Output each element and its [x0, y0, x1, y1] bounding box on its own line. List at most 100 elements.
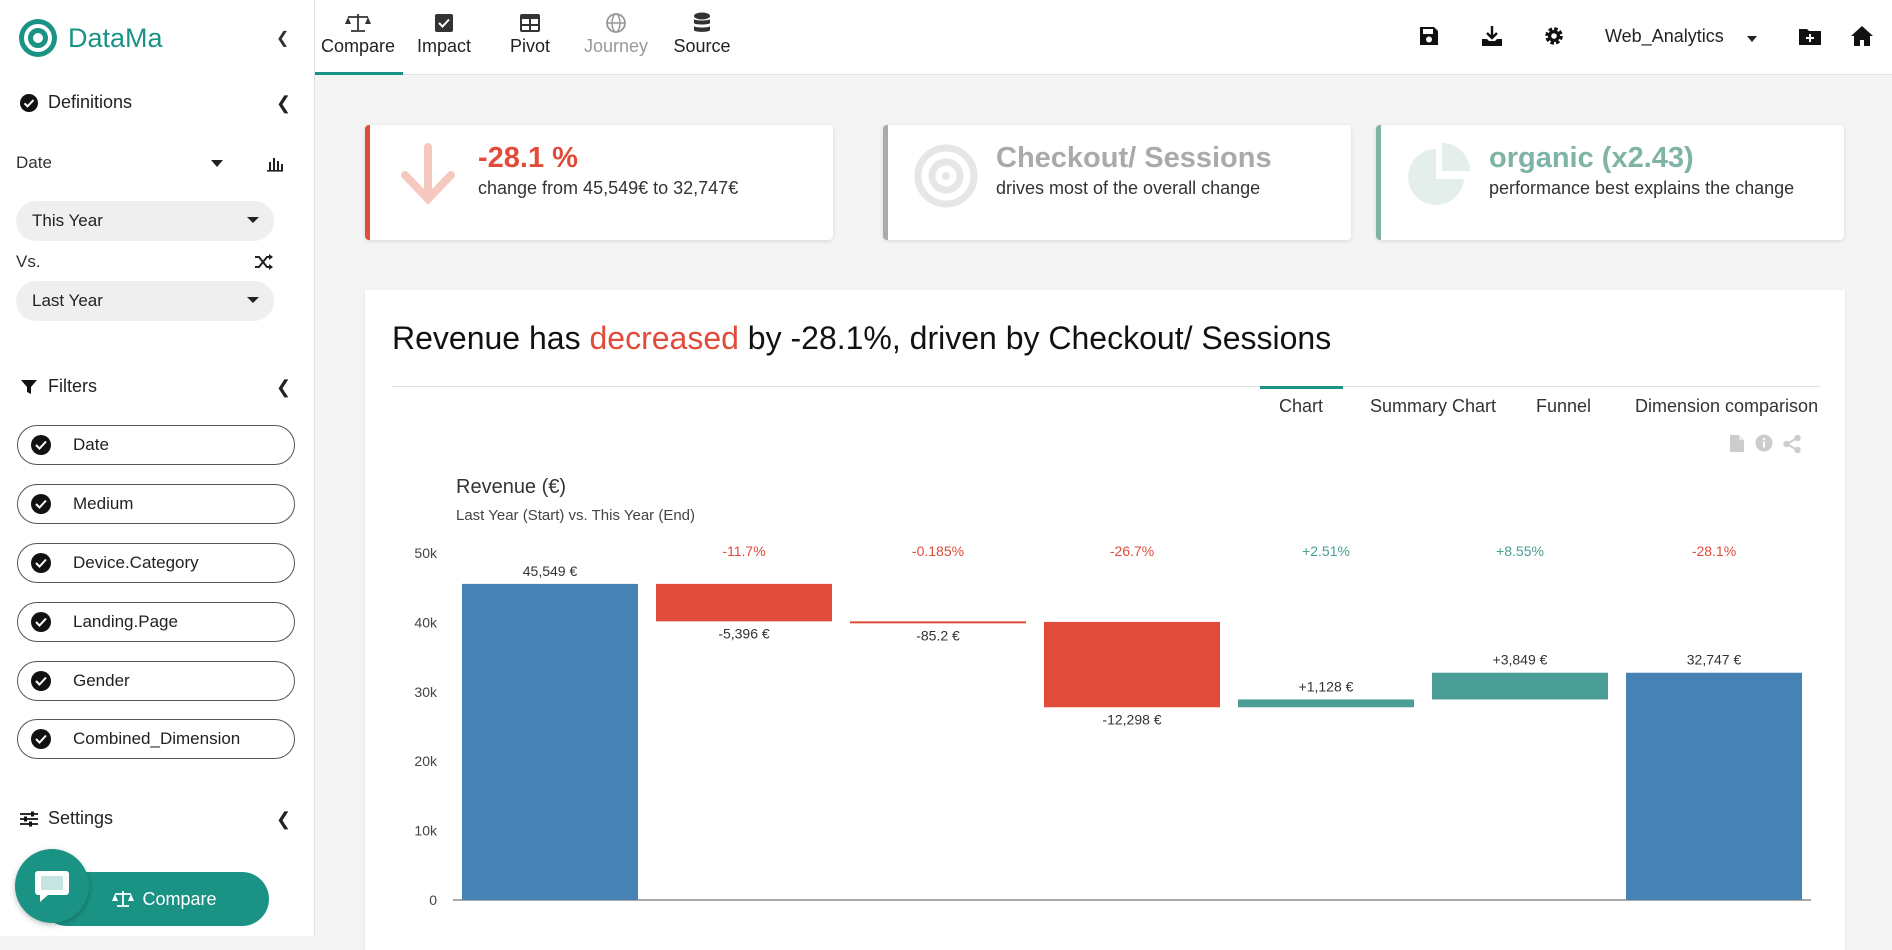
waterfall-chart: 0 10k 20k 30k 40k 50k 45,549 € -5,396 € -11.7% -8…: [414, 543, 1811, 908]
pct-change-label: +8.55%: [1496, 543, 1544, 559]
nav-journey[interactable]: Journey: [573, 10, 659, 57]
dataset-selector[interactable]: Web_Analytics: [1605, 26, 1724, 47]
check-circle-icon: [31, 612, 51, 632]
check-circle-icon: [31, 553, 51, 573]
sliders-icon: [20, 810, 38, 828]
logo[interactable]: DataMa: [18, 18, 163, 58]
filter-pill[interactable]: Date: [17, 425, 295, 465]
data-label: -12,298 €: [1102, 711, 1161, 727]
nav-pivot[interactable]: Pivot: [487, 10, 573, 57]
database-icon: [659, 10, 745, 36]
sidebar: DataMa ❮ Definitions ❮ Date This Year Vs…: [0, 0, 315, 936]
y-tick-label: 30k: [414, 684, 438, 700]
pct-change-label: -28.1%: [1692, 543, 1736, 559]
filter-pill[interactable]: Gender: [17, 661, 295, 701]
nav-label: Pivot: [509, 36, 551, 56]
chevron-left-icon[interactable]: ❮: [276, 93, 291, 114]
card-subtitle: performance best explains the change: [1489, 178, 1795, 198]
data-label: -85.2 €: [916, 627, 960, 643]
y-tick-label: 40k: [414, 614, 438, 630]
datama-logo-icon: [19, 19, 57, 57]
card-title: -28.1 %: [478, 142, 578, 174]
chevron-left-icon[interactable]: ❮: [276, 809, 291, 830]
y-tick-label: 50k: [414, 545, 438, 561]
nav-label: Compare: [320, 36, 396, 56]
active-tab-indicator: [315, 72, 403, 75]
waterfall-bar: [1626, 672, 1802, 900]
definitions-label: Definitions: [48, 92, 133, 112]
home-icon[interactable]: [1850, 24, 1874, 48]
nav-label: Impact: [416, 36, 472, 56]
filter-pill[interactable]: Combined_Dimension: [17, 719, 295, 759]
y-tick-label: 20k: [414, 753, 438, 769]
chevron-left-icon[interactable]: ❮: [276, 377, 291, 398]
filter-pill[interactable]: Landing.Page: [17, 602, 295, 642]
checkbox-icon: [401, 10, 487, 36]
kpi-card-dimension[interactable]: organic (x2.43) performance best explain…: [1376, 125, 1844, 240]
dimension-label: Date: [16, 153, 52, 172]
nav-impact[interactable]: Impact: [401, 10, 487, 57]
waterfall-bar: [462, 583, 638, 900]
nav-compare[interactable]: Compare: [315, 10, 401, 57]
nav-source[interactable]: Source: [659, 10, 745, 57]
data-label: +3,849 €: [1493, 652, 1548, 668]
nav-label: Journey: [583, 36, 649, 56]
analysis-panel: Revenue has decreased by -28.1%, driven …: [365, 290, 1845, 950]
period-select[interactable]: This Year: [16, 201, 274, 241]
y-tick-label: 0: [429, 892, 437, 908]
top-navigation: Compare Impact Pivot Journey Source Web_…: [315, 0, 1892, 75]
check-circle-icon: [31, 671, 51, 691]
filter-label: Combined_Dimension: [73, 729, 241, 748]
compare-period-select[interactable]: Last Year: [16, 281, 274, 321]
filter-icon: [20, 378, 38, 396]
pie-chart-icon: [1408, 143, 1470, 205]
waterfall-bar: [1044, 621, 1220, 708]
collapse-sidebar-icon[interactable]: ❮: [276, 28, 289, 48]
globe-icon: [573, 10, 659, 36]
definitions-header[interactable]: Definitions ❮: [20, 92, 291, 113]
filter-label: Gender: [73, 671, 130, 690]
save-icon[interactable]: [1417, 24, 1441, 48]
waterfall-bar: [1238, 699, 1414, 708]
nav-label: Source: [673, 36, 731, 56]
shuffle-icon[interactable]: [254, 253, 274, 271]
card-subtitle: change from 45,549€ to 32,747€: [478, 178, 739, 198]
check-circle-icon: [31, 435, 51, 455]
waterfall-bar: [656, 583, 832, 622]
data-label: +1,128 €: [1299, 678, 1354, 694]
chat-button[interactable]: [15, 849, 89, 923]
card-accent-bar: [365, 125, 370, 240]
dimension-dropdown-icon[interactable]: [211, 160, 223, 167]
download-icon[interactable]: [1480, 24, 1504, 48]
period-value: This Year: [32, 211, 103, 230]
settings-header[interactable]: Settings ❮: [20, 808, 291, 829]
filters-label: Filters: [48, 376, 97, 396]
chat-icon: [35, 871, 69, 902]
data-label: 32,747 €: [1687, 652, 1742, 668]
filter-pill[interactable]: Device.Category: [17, 543, 295, 583]
check-circle-icon: [31, 494, 51, 514]
bar-chart-icon[interactable]: [266, 154, 284, 172]
filters-header[interactable]: Filters ❮: [20, 376, 291, 397]
waterfall-bar: [850, 621, 1026, 624]
card-title: organic (x2.43): [1489, 142, 1694, 174]
app-name: DataMa: [68, 22, 163, 53]
y-tick-label: 10k: [414, 823, 438, 839]
gear-icon[interactable]: [1542, 24, 1566, 48]
caret-down-icon: [247, 217, 259, 223]
balance-scale-icon: [112, 891, 135, 907]
filter-pill[interactable]: Medium: [17, 484, 295, 524]
filter-label: Medium: [73, 494, 134, 513]
card-accent-bar: [883, 125, 888, 240]
caret-down-icon: [247, 297, 259, 303]
balance-scale-icon: [315, 10, 401, 36]
kpi-card-driver[interactable]: Checkout/ Sessions drives most of the ov…: [883, 125, 1351, 240]
caret-down-icon[interactable]: [1747, 36, 1757, 42]
pct-change-label: -11.7%: [722, 543, 765, 559]
pct-change-label: -26.7%: [1110, 543, 1154, 559]
data-label: 45,549 €: [523, 563, 578, 579]
kpi-card-change[interactable]: -28.1 % change from 45,549€ to 32,747€: [365, 125, 833, 240]
card-accent-bar: [1376, 125, 1381, 240]
arrow-down-icon: [401, 143, 455, 205]
folder-plus-icon[interactable]: [1798, 24, 1822, 48]
